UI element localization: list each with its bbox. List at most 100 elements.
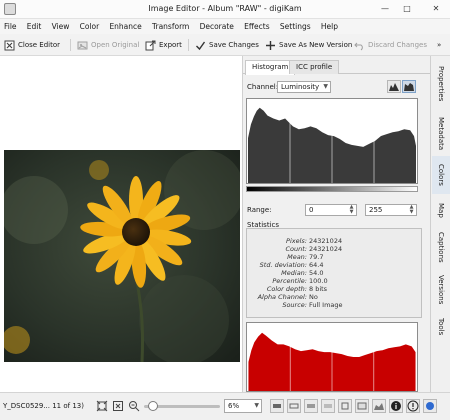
menu-settings[interactable]: Settings [276, 19, 315, 34]
close-editor-icon [4, 40, 15, 50]
stat-row: Source: Full Image [247, 301, 423, 309]
intensity-gradient-bar [246, 186, 418, 192]
sidebar-tab-map[interactable]: Map [432, 196, 450, 224]
tab-histogram[interactable]: Histogram [245, 60, 296, 75]
status-bar-button[interactable] [287, 399, 301, 413]
menu-view[interactable]: View [48, 19, 74, 34]
zoom-out-icon[interactable] [128, 400, 140, 412]
histogram-tab-bar: Histogram ICC profile [243, 60, 430, 75]
channel-label: Channel: [247, 83, 279, 91]
sidebar-tab-metadata-label: Metadata [437, 117, 445, 151]
toolbar-separator [70, 39, 71, 51]
discard-changes-button[interactable]: Discard Changes [354, 37, 427, 53]
menu-edit[interactable]: Edit [23, 19, 46, 34]
sidebar-tab-colors[interactable]: Colors [432, 156, 450, 194]
stat-row: Percentile: 100.0 [247, 277, 423, 285]
stat-key: Mean: [287, 253, 307, 261]
stat-key: Count: [285, 245, 308, 253]
stat-value: 24321024 [309, 237, 343, 245]
underexposure-icon [273, 404, 281, 408]
sidebar-tab-metadata[interactable]: Metadata [432, 112, 450, 156]
image-canvas[interactable] [0, 56, 243, 392]
sidebar-tab-map-label: Map [437, 202, 445, 218]
sidebar-tab-captions[interactable]: Captions [432, 226, 450, 268]
zoom-select[interactable]: 6% ▼ [224, 399, 262, 413]
file-position-status: Y_DSC0529... 11 of 13) [3, 402, 84, 410]
channel-select[interactable]: Luminosity ▼ [277, 81, 331, 93]
zoom-slider-thumb[interactable] [147, 401, 158, 411]
stat-key: Color depth: [266, 285, 307, 293]
focus-points-icon [341, 402, 349, 410]
menu-decorate[interactable]: Decorate [196, 19, 238, 34]
status-bar-button[interactable] [406, 399, 420, 413]
stat-key: Std. deviation: [259, 261, 307, 269]
open-original-label: Open Original [91, 41, 140, 49]
range-max-value: 255 [369, 206, 383, 214]
right-sidebar-tabs: Properties Metadata Colors Map Captions … [430, 56, 450, 392]
zoom-slider[interactable] [144, 401, 220, 411]
status-bar-button[interactable] [270, 399, 284, 413]
range-min-value: 0 [309, 206, 314, 214]
open-original-icon [77, 41, 88, 49]
warning-icon [407, 400, 419, 412]
status-bar-button[interactable] [423, 399, 437, 413]
tab-icc-profile[interactable]: ICC profile [289, 60, 340, 74]
log-scale-button[interactable] [402, 80, 416, 93]
close-editor-button[interactable]: Close Editor [4, 37, 60, 53]
menu-bar: File Edit View Color Enhance Transform D… [0, 19, 450, 34]
stat-row: Alpha Channel: No [247, 293, 423, 301]
fit-to-window-icon[interactable] [96, 400, 108, 412]
status-bar-button[interactable] [304, 399, 318, 413]
stat-value: 54.0 [309, 269, 324, 277]
overexposure-icon [289, 403, 299, 409]
stat-key: Percentile: [272, 277, 307, 285]
flower-photo [4, 150, 240, 362]
export-icon [145, 40, 156, 50]
sidebar-tab-tools[interactable]: Tools [432, 312, 450, 342]
log-histogram-icon [404, 83, 414, 91]
checkmark-icon [196, 41, 206, 50]
stat-key: Median: [281, 269, 307, 277]
stat-value: 100.0 [309, 277, 328, 285]
menu-transform[interactable]: Transform [148, 19, 193, 34]
status-bar-button[interactable] [389, 399, 403, 413]
open-original-button[interactable]: Open Original [77, 37, 139, 53]
status-bar-button[interactable] [321, 399, 335, 413]
plus-icon [266, 40, 275, 50]
menu-file[interactable]: File [0, 19, 21, 34]
stat-key: Source: [282, 301, 307, 309]
minimize-button[interactable]: — [376, 2, 394, 16]
save-changes-button[interactable]: Save Changes [195, 37, 259, 53]
stat-value: No [309, 293, 318, 301]
range-max-input[interactable]: 255 ▲ ▼ [365, 204, 417, 216]
linear-scale-button[interactable] [387, 80, 401, 93]
sidebar-tab-properties[interactable]: Properties [432, 60, 450, 108]
save-as-new-version-button[interactable]: Save As New Version [265, 37, 352, 53]
stat-value: 64.4 [309, 261, 324, 269]
menu-color[interactable]: Color [76, 19, 104, 34]
colors-panel: Histogram ICC profile Channel: Luminosit… [243, 56, 430, 392]
stat-row: Pixels: 24321024 [247, 237, 423, 245]
stat-row: Count: 24321024 [247, 245, 423, 253]
channel-value: Luminosity [281, 83, 320, 91]
close-window-button[interactable]: ✕ [424, 2, 448, 16]
color-managed-view-icon [307, 404, 315, 408]
discard-changes-label: Discard Changes [368, 41, 427, 49]
menu-enhance[interactable]: Enhance [105, 19, 145, 34]
status-bar-button[interactable] [338, 399, 352, 413]
export-button[interactable]: Export [145, 37, 182, 53]
status-bar-button[interactable] [372, 399, 386, 413]
toolbar-overflow-button[interactable]: » [437, 37, 441, 53]
menu-effects[interactable]: Effects [240, 19, 274, 34]
status-bar-button[interactable] [355, 399, 369, 413]
range-label: Range: [247, 206, 272, 214]
spin-arrows-icon: ▲ ▼ [409, 204, 414, 215]
menu-help[interactable]: Help [317, 19, 342, 34]
red-histogram-preview [246, 322, 418, 392]
range-min-input[interactable]: 0 ▲ ▼ [305, 204, 357, 216]
zoom-to-100-icon[interactable] [112, 400, 124, 412]
luminosity-histogram [246, 98, 418, 184]
chevron-down-icon: ▼ [323, 83, 328, 90]
maximize-button[interactable]: □ [398, 2, 416, 16]
sidebar-tab-versions[interactable]: Versions [432, 270, 450, 310]
